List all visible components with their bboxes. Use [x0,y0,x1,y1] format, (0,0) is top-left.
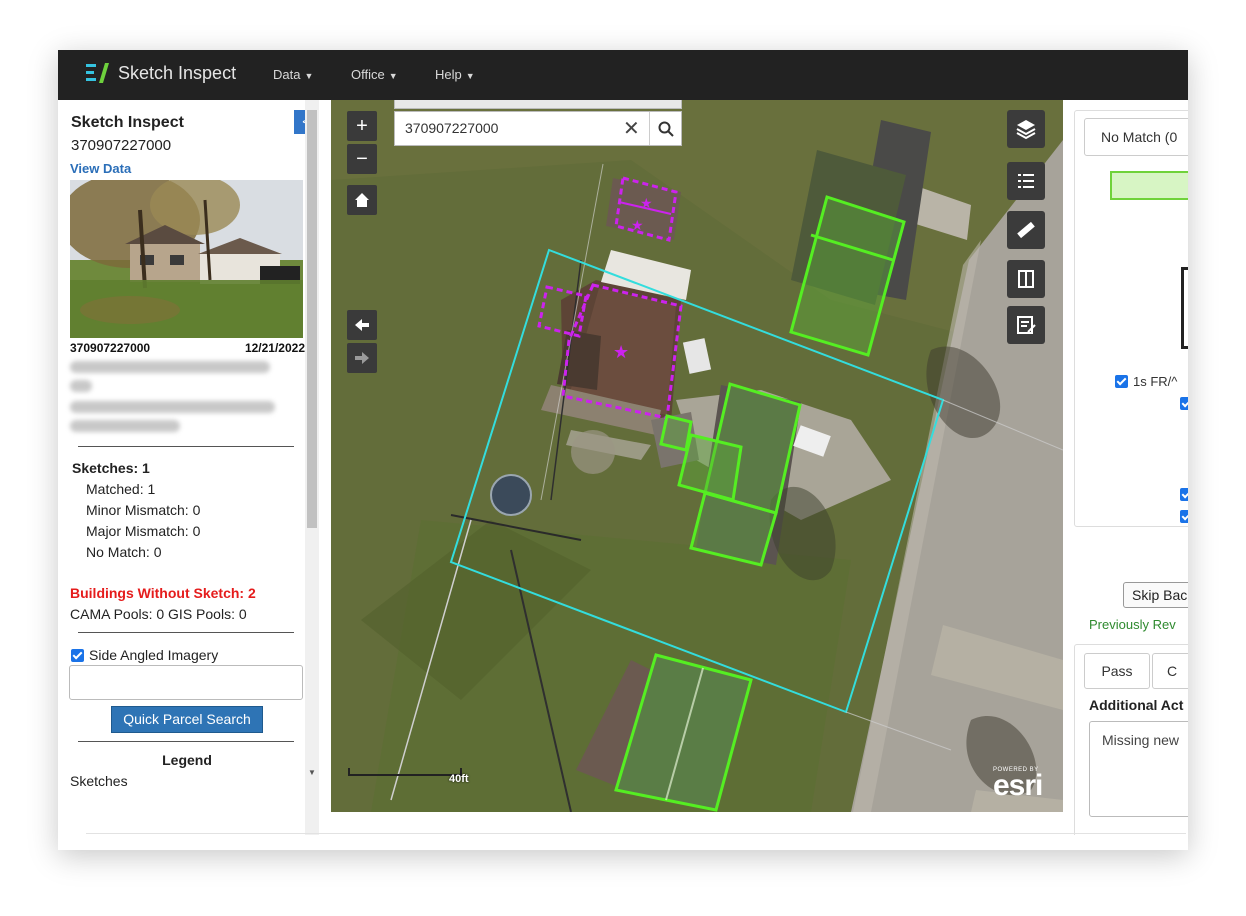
side-angled-label: Side Angled Imagery [89,647,219,663]
list-icon [1018,174,1034,188]
fr-checkbox[interactable]: 1s FR/^ [1115,374,1177,389]
map-view[interactable]: ★ ★ ★ + − 370907227000 ✕ 40ft POWERED BY… [331,100,1063,812]
legend-list-button[interactable] [1007,162,1045,200]
svg-text:★: ★ [631,218,644,234]
app-window: Sketch Inspect Data ▼ Office ▼ Help ▼ Sketc… [58,50,1188,850]
divider [78,446,294,447]
menu-help[interactable]: Help ▼ [435,67,475,82]
plus-icon: + [356,114,368,137]
quick-parcel-input[interactable] [69,665,303,700]
sketch-match-indicator [1110,171,1188,200]
panel-title: Sketch Inspect [71,114,184,131]
menu-office-label: Office [351,67,385,82]
scrollbar-thumb[interactable] [307,110,317,528]
photo-parcel-id: 370907227000 [70,341,151,355]
redacted-address [70,361,270,373]
no-match-count: No Match: 0 [86,544,162,560]
legend-heading: Legend [162,752,212,768]
redacted-address-2 [70,380,92,392]
previous-extent-button[interactable] [347,310,377,340]
esri-logo: esri [993,769,1043,802]
legend-item-sketches: Sketches [70,773,128,789]
divider [78,632,294,633]
scale-label: 40ft [449,773,469,785]
divider [78,741,294,742]
minor-mismatch-count: Minor Mismatch: 0 [86,502,201,518]
skip-back-button[interactable]: Skip Bac [1123,582,1188,608]
side-angled-checkbox[interactable]: Side Angled Imagery [71,647,218,663]
quick-parcel-search-button[interactable]: Quick Parcel Search [111,706,263,733]
minus-icon: − [356,147,368,170]
menu-data[interactable]: Data ▼ [273,67,313,82]
tab-c[interactable]: C [1152,653,1188,689]
right-panel: No Match (0 1s FR/^ Skip Bac Previously … [1064,100,1188,835]
ruler-icon [1017,221,1035,239]
arrow-right-icon [355,352,369,364]
edit-notes-button[interactable] [1007,306,1045,344]
chevron-down-icon: ▼ [465,71,475,81]
aerial-imagery: ★ ★ ★ [331,100,1063,812]
checkbox-checked-icon[interactable] [71,649,84,662]
photo-caption: 370907227000 12/21/2022 [70,341,305,355]
parcel-id: 370907227000 [71,137,172,154]
clear-icon[interactable]: ✕ [623,116,640,141]
search-button[interactable] [649,112,682,145]
home-button[interactable] [347,185,377,215]
map-search: ✕ [394,111,682,146]
measure-button[interactable] [1007,211,1045,249]
property-photo-image [70,180,303,338]
pools-count: CAMA Pools: 0 GIS Pools: 0 [70,606,247,622]
checkbox-checked-icon[interactable] [1180,510,1188,523]
menu-office[interactable]: Office ▼ [351,67,398,82]
app-title: Sketch Inspect [118,62,237,83]
svg-text:★: ★ [613,342,629,363]
esri-attribution: POWERED BY esri [993,767,1043,802]
edit-notes-icon [1017,316,1036,334]
checkbox-checked-icon[interactable] [1180,488,1188,501]
tab-pass[interactable]: Pass [1084,653,1150,689]
left-panel: Sketch Inspect 370907227000 View Data < [58,100,330,835]
zoom-in-button[interactable]: + [347,111,377,141]
search-icon [658,121,674,137]
top-navbar: Sketch Inspect Data ▼ Office ▼ Help ▼ [58,50,1188,100]
left-panel-scrollbar[interactable]: ▼ [305,100,319,835]
tab-no-match[interactable]: No Match (0 [1084,118,1188,156]
scroll-down-arrow-icon[interactable]: ▼ [308,768,316,777]
brand[interactable]: Sketch Inspect [86,62,236,84]
previously-reviewed-link[interactable]: Previously Rev [1089,617,1176,632]
footer-divider [86,833,1186,834]
redacted-owner [70,401,275,413]
buildings-without-sketch: Buildings Without Sketch: 2 [70,585,256,601]
swipe-icon [1018,270,1034,288]
major-mismatch-count: Major Mismatch: 0 [86,523,201,539]
notes-textarea[interactable]: Missing new [1089,721,1188,817]
checkbox-checked-icon[interactable] [1180,397,1188,410]
map-search-input[interactable] [395,112,635,143]
swipe-compare-button[interactable] [1007,260,1045,298]
next-extent-button[interactable] [347,343,377,373]
checkbox-checked-icon[interactable] [1115,375,1128,388]
arrow-left-icon [355,319,369,331]
search-source-tab[interactable] [394,100,682,109]
photo-date: 12/21/2022 [244,341,305,355]
chevron-down-icon: ▼ [388,71,398,81]
zoom-out-button[interactable]: − [347,144,377,174]
chevron-down-icon: ▼ [304,71,314,81]
menu-help-label: Help [435,67,462,82]
menu-data-label: Data [273,67,301,82]
additional-actions-label: Additional Act [1089,697,1184,713]
home-icon [355,193,369,207]
view-data-link[interactable]: View Data [70,161,131,176]
property-photo [70,180,303,338]
sketch-inspect-logo-icon [86,63,109,83]
sketches-heading: Sketches: 1 [72,460,150,476]
redacted-owner-2 [70,420,180,432]
layers-button[interactable] [1007,110,1045,148]
svg-text:★: ★ [640,196,653,212]
layers-icon [1016,120,1036,140]
fr-label: 1s FR/^ [1133,374,1178,389]
sketch-preview [1181,267,1188,349]
scale-bar [348,768,462,776]
matched-count: Matched: 1 [86,481,156,497]
